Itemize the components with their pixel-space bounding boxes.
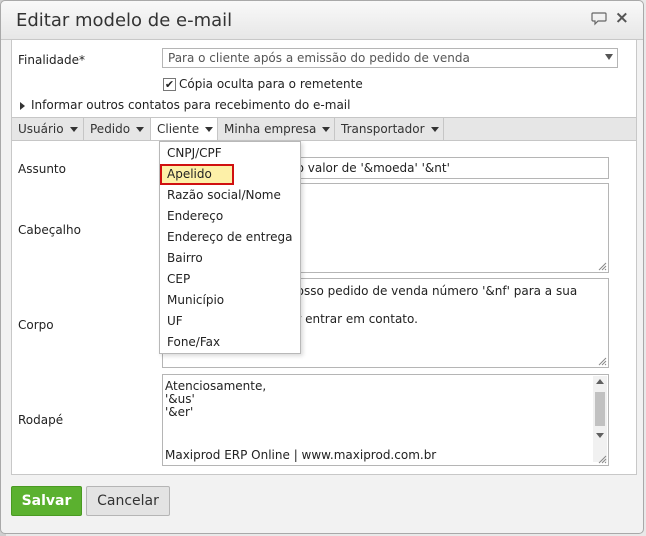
finalidade-label: Finalidade*	[18, 53, 85, 67]
vertical-scrollbar[interactable]	[593, 376, 607, 462]
resize-grip-icon[interactable]	[598, 357, 607, 366]
rodape-line: '&er'	[165, 405, 194, 419]
caret-down-icon	[136, 127, 145, 132]
toolbar-pedido-menu[interactable]: Pedido	[84, 118, 151, 140]
cabecalho-label: Cabeçalho	[18, 223, 81, 237]
rodape-line: '&us'	[165, 392, 195, 406]
toolbar-minha-empresa-menu[interactable]: Minha empresa	[218, 118, 335, 140]
menu-item-razao-social[interactable]: Razão social/Nome	[160, 185, 300, 206]
form-panel: Finalidade* Para o cliente após a emissã…	[11, 39, 637, 475]
copia-oculta-checkbox[interactable]: ✔	[163, 78, 176, 91]
toolbar-minha-empresa-label: Minha empresa	[224, 122, 317, 136]
save-button[interactable]: Salvar	[11, 486, 82, 516]
menu-item-cep[interactable]: CEP	[160, 269, 300, 290]
copia-oculta-label[interactable]: Cópia oculta para o remetente	[179, 77, 363, 91]
caret-down-icon	[322, 127, 331, 132]
rodape-textarea[interactable]: Atenciosamente, '&us' '&er' Maxiprod ERP…	[162, 374, 609, 466]
resize-grip-icon[interactable]	[598, 455, 607, 464]
caret-down-icon	[69, 127, 78, 132]
outros-contatos-expander[interactable]: Informar outros contatos para recebiment…	[20, 98, 350, 112]
rodape-line: Atenciosamente,	[165, 379, 267, 393]
corpo-label: Corpo	[18, 318, 54, 332]
title-bar: Editar modelo de e-mail ×	[1, 1, 643, 40]
close-icon[interactable]: ×	[615, 10, 629, 27]
toolbar-transportador-label: Transportador	[341, 122, 425, 136]
scroll-up-icon[interactable]	[596, 379, 604, 384]
toolbar-transportador-menu[interactable]: Transportador	[335, 118, 444, 140]
expand-arrow-icon	[20, 101, 25, 110]
corpo-line-1: nosso pedido de venda número '&nf' para …	[289, 284, 578, 298]
finalidade-value: Para o cliente após a emissão do pedido …	[168, 51, 470, 65]
menu-item-endereco-entrega[interactable]: Endereço de entrega	[160, 227, 300, 248]
outros-contatos-label: Informar outros contatos para recebiment…	[31, 98, 351, 112]
assunto-text: no valor de '&moeda' '&nt'	[289, 161, 450, 175]
caret-down-icon	[205, 127, 214, 132]
menu-item-municipio[interactable]: Município	[160, 290, 300, 311]
menu-item-endereco[interactable]: Endereço	[160, 206, 300, 227]
cliente-dropdown-menu: CNPJ/CPF Apelido Razão social/Nome Ender…	[159, 141, 301, 354]
chat-bubble-icon[interactable]	[591, 10, 607, 26]
dialog-title: Editar modelo de e-mail	[16, 10, 233, 31]
toolbar-cliente-label: Cliente	[157, 122, 200, 136]
resize-grip-icon[interactable]	[598, 262, 607, 271]
menu-item-fone-fax[interactable]: Fone/Fax	[160, 332, 300, 353]
rodape-line: Maxiprod ERP Online | www.maxiprod.com.b…	[165, 448, 437, 462]
toolbar-pedido-label: Pedido	[90, 122, 131, 136]
chevron-down-icon	[605, 54, 613, 60]
menu-item-uf[interactable]: UF	[160, 311, 300, 332]
edit-email-template-dialog: Editar modelo de e-mail × Finalidade* Pa…	[0, 0, 644, 534]
assunto-label: Assunto	[18, 162, 66, 176]
cancel-button[interactable]: Cancelar	[86, 486, 170, 516]
finalidade-select[interactable]: Para o cliente após a emissão do pedido …	[162, 48, 618, 68]
toolbar-cliente-menu[interactable]: Cliente	[151, 118, 218, 140]
scroll-down-icon[interactable]	[596, 433, 604, 438]
caret-down-icon	[430, 127, 439, 132]
corpo-line-2: or entrar em contato.	[289, 312, 418, 326]
variables-toolbar: Usuário Pedido Cliente Minha empresa Tra…	[12, 117, 636, 141]
menu-item-cnpj-cpf[interactable]: CNPJ/CPF	[160, 143, 300, 164]
toolbar-usuario-menu[interactable]: Usuário	[12, 118, 84, 140]
menu-item-apelido[interactable]: Apelido	[160, 164, 234, 185]
rodape-label: Rodapé	[18, 413, 64, 427]
menu-item-bairro[interactable]: Bairro	[160, 248, 300, 269]
scroll-thumb[interactable]	[595, 392, 605, 426]
toolbar-usuario-label: Usuário	[18, 122, 64, 136]
